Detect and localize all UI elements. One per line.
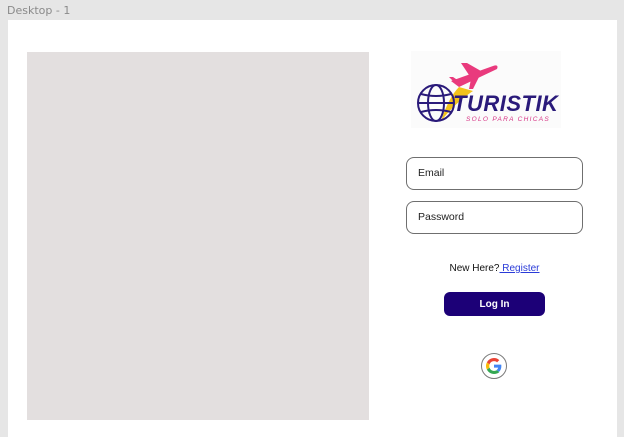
new-here-prompt: New Here? Register — [406, 263, 583, 274]
new-here-text: New Here? — [449, 263, 500, 274]
brand-logo: TURISTIK SOLO PARA CHICAS — [411, 51, 561, 128]
frame-label: Desktop - 1 — [7, 4, 71, 17]
login-button[interactable]: Log In — [444, 292, 545, 316]
hero-image-placeholder — [27, 52, 369, 420]
logo-tagline: SOLO PARA CHICAS — [466, 116, 551, 123]
desktop-frame: TURISTIK SOLO PARA CHICAS Email Password… — [8, 20, 617, 437]
google-signin-button[interactable] — [481, 353, 507, 379]
register-link[interactable]: Register — [500, 263, 539, 274]
email-field[interactable]: Email — [406, 157, 583, 190]
google-icon — [486, 358, 502, 374]
logo-wordmark: TURISTIK — [453, 91, 559, 116]
password-field[interactable]: Password — [406, 201, 583, 234]
